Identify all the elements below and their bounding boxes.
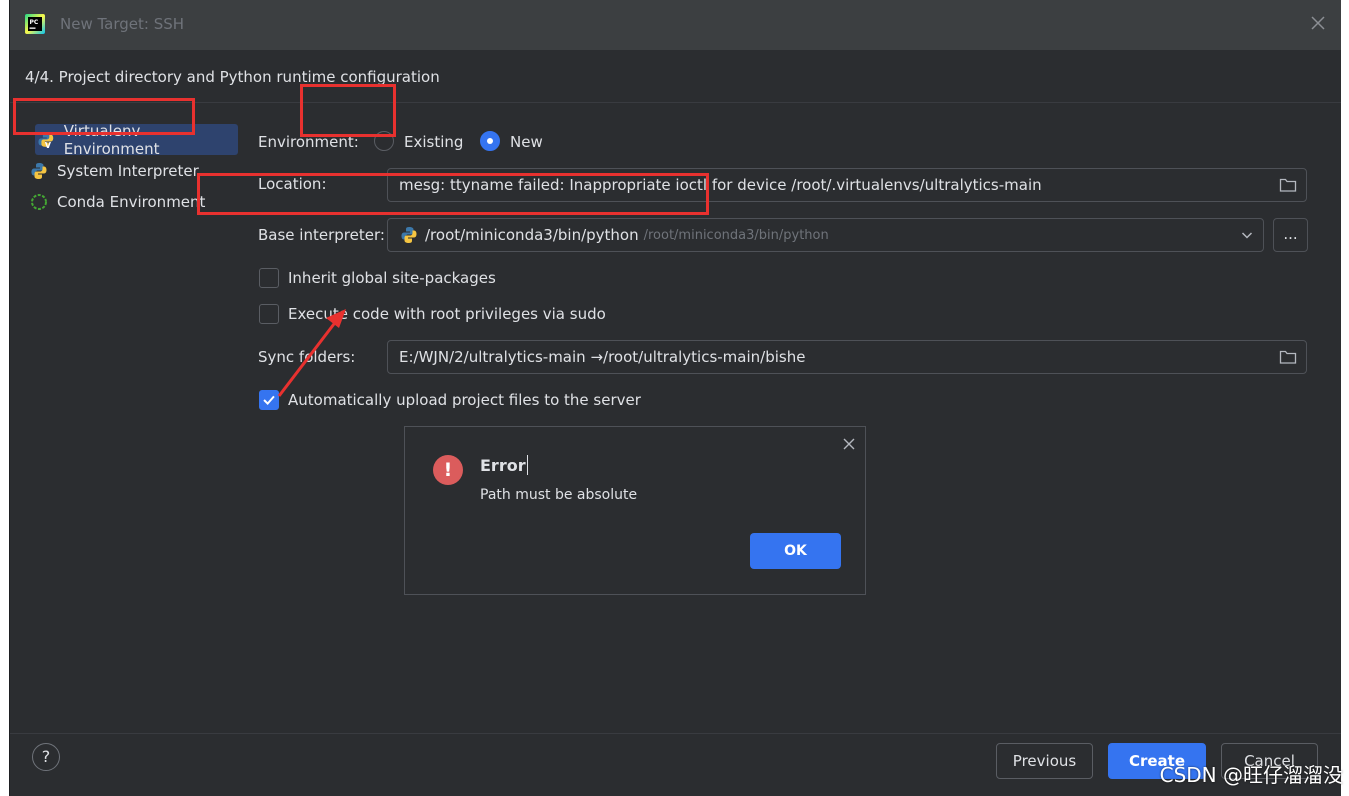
new-radio-label[interactable]: New <box>510 133 543 151</box>
window-title: New Target: SSH <box>60 15 185 33</box>
error-dialog-message: Path must be absolute <box>480 487 638 503</box>
folder-icon[interactable] <box>1279 177 1297 193</box>
location-value: mesg: ttyname failed: Inappropriate ioct… <box>399 176 1042 194</box>
create-button[interactable]: Create <box>1108 743 1206 779</box>
error-dialog-title-text: Error <box>480 456 526 475</box>
new-radio[interactable] <box>480 131 500 151</box>
inherit-site-packages-checkbox[interactable] <box>259 268 279 288</box>
checkmark-icon <box>263 395 275 406</box>
env-item-label: Virtualenv Environment <box>63 121 160 158</box>
error-icon: ! <box>433 455 463 485</box>
svg-text:V: V <box>45 140 52 148</box>
virtualenv-icon: V <box>38 132 54 149</box>
divider <box>10 102 1341 103</box>
location-input[interactable]: mesg: ttyname failed: Inappropriate ioct… <box>387 168 1307 202</box>
new-target-ssh-window: PC New Target: SSH 4/4. Project director… <box>9 0 1341 796</box>
sudo-label[interactable]: Execute code with root privileges via su… <box>288 305 606 323</box>
existing-radio-label[interactable]: Existing <box>404 133 463 151</box>
python-icon <box>31 162 47 179</box>
sudo-checkbox[interactable] <box>259 304 279 324</box>
svg-text:PC: PC <box>30 19 39 26</box>
env-item-system-interpreter[interactable]: System Interpreter <box>26 155 236 186</box>
step-title: 4/4. Project directory and Python runtim… <box>25 68 440 86</box>
env-item-virtualenv[interactable]: V Virtualenv Environment <box>35 121 238 158</box>
chevron-down-icon <box>1241 232 1253 239</box>
close-icon[interactable] <box>842 437 856 451</box>
error-dialog: ! Error Path must be absolute OK <box>404 426 866 595</box>
env-item-label: System Interpreter <box>57 161 199 180</box>
window-close-icon[interactable] <box>1309 14 1327 32</box>
cancel-button[interactable]: Cancel <box>1221 743 1318 779</box>
previous-button[interactable]: Previous <box>996 743 1093 779</box>
sync-folders-label: Sync folders: <box>258 348 356 366</box>
browse-interpreter-button[interactable]: ... <box>1273 218 1308 252</box>
existing-radio[interactable] <box>374 131 394 151</box>
error-dialog-title: Error <box>480 455 528 475</box>
environment-type-list: V Virtualenv Environment System Interpre… <box>26 121 238 217</box>
sync-folders-value: E:/WJN/2/ultralytics-main →/root/ultraly… <box>399 348 806 366</box>
title-bar: PC New Target: SSH <box>10 0 1341 50</box>
base-interpreter-select[interactable]: /root/miniconda3/bin/python /root/minico… <box>387 218 1264 252</box>
conda-icon <box>31 193 47 210</box>
base-interpreter-label: Base interpreter: <box>258 226 385 244</box>
base-interpreter-value: /root/miniconda3/bin/python <box>425 226 639 244</box>
divider <box>10 733 1341 734</box>
inherit-site-packages-label[interactable]: Inherit global site-packages <box>288 269 496 287</box>
base-interpreter-hint: /root/miniconda3/bin/python <box>643 227 829 243</box>
auto-upload-label[interactable]: Automatically upload project files to th… <box>288 391 641 409</box>
location-label: Location: <box>258 175 327 193</box>
sync-folders-input[interactable]: E:/WJN/2/ultralytics-main →/root/ultraly… <box>387 340 1307 374</box>
auto-upload-checkbox[interactable] <box>259 390 279 410</box>
help-button[interactable]: ? <box>32 743 60 771</box>
pycharm-app-icon: PC <box>25 14 45 34</box>
text-caret <box>526 455 528 475</box>
env-item-conda[interactable]: Conda Environment <box>26 186 236 217</box>
ok-button[interactable]: OK <box>750 533 841 569</box>
folder-icon[interactable] <box>1279 349 1297 365</box>
python-icon <box>401 227 417 243</box>
env-item-label: Conda Environment <box>57 192 206 211</box>
environment-label: Environment: <box>258 133 359 151</box>
